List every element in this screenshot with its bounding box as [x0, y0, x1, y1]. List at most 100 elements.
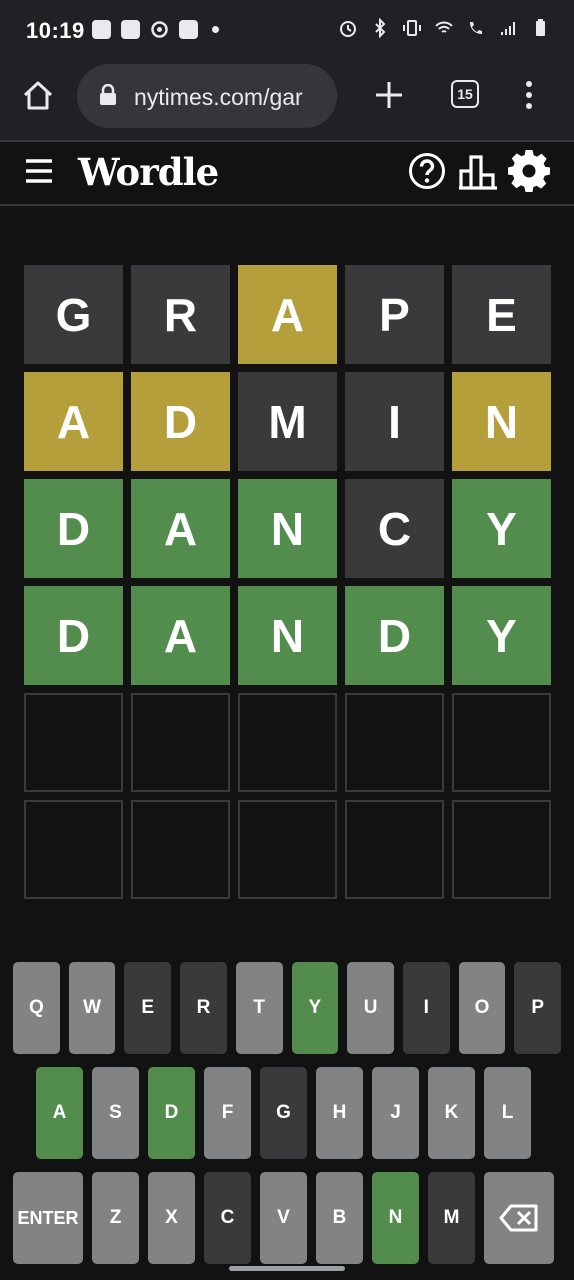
- alarm-icon: [340, 21, 356, 37]
- board-tile: [131, 693, 230, 792]
- board-tile: M: [238, 372, 337, 471]
- board-tile: [131, 800, 230, 899]
- board-tile: [24, 693, 123, 792]
- key-m[interactable]: M: [428, 1172, 475, 1264]
- board-row: DANCY: [24, 479, 551, 578]
- wifi-call-icon: [470, 22, 482, 34]
- key-w[interactable]: W: [68, 962, 116, 1054]
- signal-icon: [501, 22, 515, 35]
- browser-toolbar: nytimes.com/gar 15: [0, 62, 574, 140]
- key-p[interactable]: P: [514, 962, 562, 1054]
- tab-count: 15: [457, 86, 473, 102]
- status-time: 10:19: [26, 18, 85, 43]
- board-row: [24, 693, 551, 792]
- board-tile: E: [452, 265, 551, 364]
- settings-gear-icon[interactable]: [508, 150, 550, 192]
- board-tile: [238, 693, 337, 792]
- board-row: [24, 800, 551, 899]
- status-left-icons: [92, 20, 219, 39]
- key-f[interactable]: F: [204, 1067, 251, 1159]
- key-o[interactable]: O: [458, 962, 506, 1054]
- help-icon[interactable]: [408, 152, 446, 190]
- swirl-icon: [151, 21, 168, 38]
- key-q[interactable]: Q: [13, 962, 60, 1054]
- address-bar[interactable]: nytimes.com/gar: [77, 64, 337, 128]
- key-e[interactable]: E: [124, 962, 172, 1054]
- board-tile: D: [24, 479, 123, 578]
- status-bar: 10:19: [0, 0, 574, 62]
- board-tile: G: [24, 265, 123, 364]
- board-tile: [238, 800, 337, 899]
- board-row: DANDY: [24, 586, 551, 685]
- lock-icon: [100, 84, 116, 105]
- board-tile: A: [131, 586, 230, 685]
- menu-icon[interactable]: [25, 158, 53, 184]
- news-icon: [179, 20, 198, 39]
- key-u[interactable]: U: [347, 962, 394, 1054]
- vibrate-icon: [403, 20, 421, 36]
- board-tile: D: [345, 586, 444, 685]
- url-text: nytimes.com/gar: [134, 84, 303, 110]
- board-row: GRAPE: [24, 265, 551, 364]
- key-t[interactable]: T: [235, 962, 283, 1054]
- divider: [0, 204, 574, 206]
- key-h[interactable]: H: [316, 1067, 363, 1159]
- key-k[interactable]: K: [428, 1067, 475, 1159]
- status-right-icons: [338, 18, 550, 38]
- board-tile: I: [345, 372, 444, 471]
- board-tile: C: [345, 479, 444, 578]
- key-v[interactable]: V: [260, 1172, 307, 1264]
- key-l[interactable]: L: [484, 1067, 531, 1159]
- board-tile: N: [238, 479, 337, 578]
- key-d[interactable]: D: [148, 1067, 195, 1159]
- board-tile: [24, 800, 123, 899]
- board-tile: [452, 800, 551, 899]
- key-b[interactable]: B: [316, 1172, 363, 1264]
- new-tab-icon[interactable]: [372, 78, 406, 112]
- page-title: Wordle: [78, 150, 219, 194]
- keyboard-row: ENTER Z X C V B N M: [13, 1172, 561, 1264]
- board-tile: R: [131, 265, 230, 364]
- board-tile: N: [452, 372, 551, 471]
- gesture-bar: [229, 1266, 345, 1271]
- notification-icon: [92, 20, 111, 39]
- enter-key[interactable]: ENTER: [13, 1172, 83, 1264]
- board-tile: [345, 693, 444, 792]
- board-tile: [345, 800, 444, 899]
- key-x[interactable]: X: [148, 1172, 195, 1264]
- key-i[interactable]: I: [402, 962, 450, 1054]
- dot-icon: [212, 26, 219, 33]
- news-icon: [121, 20, 140, 39]
- key-j[interactable]: J: [372, 1067, 419, 1159]
- key-y[interactable]: Y: [291, 962, 339, 1054]
- backspace-icon: [499, 1204, 538, 1232]
- home-icon[interactable]: [20, 78, 56, 114]
- board-tile: Y: [452, 586, 551, 685]
- board-tile: D: [131, 372, 230, 471]
- more-options-icon[interactable]: [518, 80, 540, 110]
- board-tile: Y: [452, 479, 551, 578]
- key-g[interactable]: G: [260, 1067, 307, 1159]
- key-a[interactable]: A: [36, 1067, 83, 1159]
- key-c[interactable]: C: [204, 1172, 251, 1264]
- game-header: Wordle: [0, 142, 574, 204]
- game-board: GRAPEADMINDANCYDANDY: [24, 265, 551, 907]
- board-tile: P: [345, 265, 444, 364]
- on-screen-keyboard: Q W E R T Y U I O P A S D F G H J K L ENTER Z X C V B N M: [13, 962, 562, 1277]
- statistics-icon[interactable]: [459, 154, 497, 190]
- tab-switcher-button[interactable]: 15: [451, 80, 479, 108]
- wifi-icon: [435, 21, 453, 33]
- key-r[interactable]: R: [180, 962, 227, 1054]
- board-tile: A: [131, 479, 230, 578]
- keyboard-row: ASDFGHJKL: [13, 1067, 561, 1159]
- board-tile: D: [24, 586, 123, 685]
- board-tile: A: [238, 265, 337, 364]
- bluetooth-icon: [375, 18, 386, 38]
- board-tile: [452, 693, 551, 792]
- backspace-key[interactable]: [484, 1172, 554, 1264]
- key-z[interactable]: Z: [92, 1172, 139, 1264]
- board-tile: A: [24, 372, 123, 471]
- key-s[interactable]: S: [92, 1067, 139, 1159]
- key-n[interactable]: N: [372, 1172, 419, 1264]
- board-row: ADMIN: [24, 372, 551, 471]
